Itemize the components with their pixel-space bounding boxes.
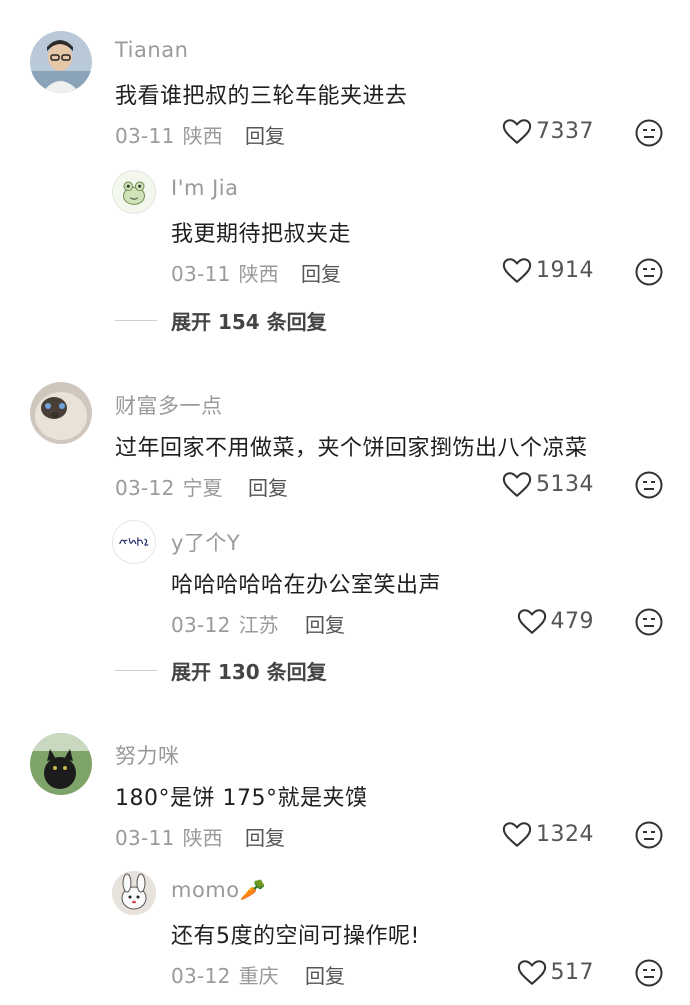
expand-replies-label: 展开 154 条回复 [171, 310, 327, 334]
like-button[interactable]: 5134 [502, 471, 594, 498]
reply-meta: 03-12 重庆 [171, 960, 279, 989]
reply-meta: 03-12 江苏 [171, 609, 279, 638]
neutral-face-icon [635, 258, 663, 286]
comment-meta: 03-12 宁夏 [115, 472, 223, 501]
comment-location: 宁夏 [182, 476, 223, 500]
avatar[interactable] [30, 733, 92, 795]
expand-replies-button[interactable]: 展开 130 条回复 [115, 656, 327, 685]
divider-line [115, 320, 157, 321]
like-button[interactable]: 517 [517, 959, 595, 986]
avatar-photo-person [30, 31, 92, 93]
dislike-button[interactable] [635, 119, 663, 147]
reply-date: 03-12 [171, 964, 231, 988]
reply-location: 江苏 [238, 613, 279, 637]
reply-location: 陕西 [238, 262, 279, 286]
avatar[interactable] [30, 382, 92, 444]
like-button[interactable]: 1914 [502, 257, 594, 284]
neutral-face-icon [635, 959, 663, 987]
reply-button[interactable]: 回复 [245, 822, 285, 851]
dislike-button[interactable] [635, 821, 663, 849]
comment-author[interactable]: 努力咪 [115, 740, 180, 770]
comment-location: 陕西 [182, 124, 223, 148]
like-count: 7337 [536, 119, 594, 144]
reply-text: 哈哈哈哈哈在办公室笑出声 [171, 573, 442, 598]
reply-date: 03-11 [171, 262, 231, 286]
avatar-photo-cat [30, 382, 92, 444]
like-button[interactable]: 1324 [502, 821, 594, 848]
comment-date: 03-11 [115, 826, 175, 850]
reply-text: 还有5度的空间可操作呢! [171, 924, 420, 949]
reply-author[interactable]: I'm Jia [171, 176, 239, 200]
neutral-face-icon [635, 119, 663, 147]
dislike-button[interactable] [635, 471, 663, 499]
comment-date: 03-11 [115, 124, 175, 148]
reply-author[interactable]: y了个Y [171, 527, 240, 557]
comment-meta: 03-11 陕西 [115, 120, 223, 149]
reply-date: 03-12 [171, 613, 231, 637]
reply-meta: 03-11 陕西 [171, 258, 279, 287]
heart-outline-icon [502, 472, 532, 497]
avatar[interactable] [30, 31, 92, 93]
comment-location: 陕西 [182, 826, 223, 850]
comment-date: 03-12 [115, 476, 175, 500]
neutral-face-icon [635, 471, 663, 499]
reply-text: 我更期待把叔夹走 [171, 222, 352, 247]
avatar-photo-black-cat [30, 733, 92, 795]
reply-button[interactable]: 回复 [305, 609, 345, 638]
comment-author[interactable]: 财富多一点 [115, 390, 223, 420]
reply-location: 重庆 [238, 964, 279, 988]
divider-line [115, 670, 157, 671]
heart-outline-icon [502, 258, 532, 283]
dislike-button[interactable] [635, 959, 663, 987]
heart-outline-icon [502, 822, 532, 847]
reply-avatar[interactable] [112, 170, 156, 214]
neutral-face-icon [635, 608, 663, 636]
comment-meta: 03-11 陕西 [115, 822, 223, 851]
expand-replies-button[interactable]: 展开 154 条回复 [115, 306, 327, 335]
heart-outline-icon [517, 960, 546, 985]
dislike-button[interactable] [635, 258, 663, 286]
reply-avatar[interactable] [112, 871, 156, 915]
like-button[interactable]: 479 [517, 608, 595, 635]
like-count: 1914 [536, 258, 594, 283]
reply-author[interactable]: momo🥕 [171, 878, 266, 903]
comment-text: 我看谁把叔的三轮车能夹进去 [115, 84, 408, 109]
comment-text: 过年回家不用做菜，夹个饼回家捯饬出八个凉菜 [115, 436, 588, 461]
like-count: 517 [550, 960, 594, 985]
avatar-handwriting-logo [119, 537, 149, 546]
avatar-cartoon-bunny [112, 871, 156, 915]
like-count: 5134 [536, 472, 594, 497]
heart-outline-icon [502, 119, 532, 144]
dislike-button[interactable] [635, 608, 663, 636]
like-count: 1324 [536, 822, 594, 847]
reply-button[interactable]: 回复 [305, 960, 345, 989]
reply-avatar[interactable] [112, 520, 156, 564]
expand-replies-label: 展开 130 条回复 [171, 660, 327, 684]
like-button[interactable]: 7337 [502, 118, 594, 145]
like-count: 479 [550, 609, 594, 634]
neutral-face-icon [635, 821, 663, 849]
reply-button[interactable]: 回复 [248, 472, 288, 501]
reply-button[interactable]: 回复 [245, 120, 285, 149]
avatar-cartoon-frog [123, 181, 145, 205]
heart-outline-icon [517, 609, 546, 634]
comment-author[interactable]: Tianan [115, 38, 188, 62]
comment-text: 180°是饼 175°就是夹馍 [115, 786, 368, 811]
reply-button[interactable]: 回复 [301, 258, 341, 287]
